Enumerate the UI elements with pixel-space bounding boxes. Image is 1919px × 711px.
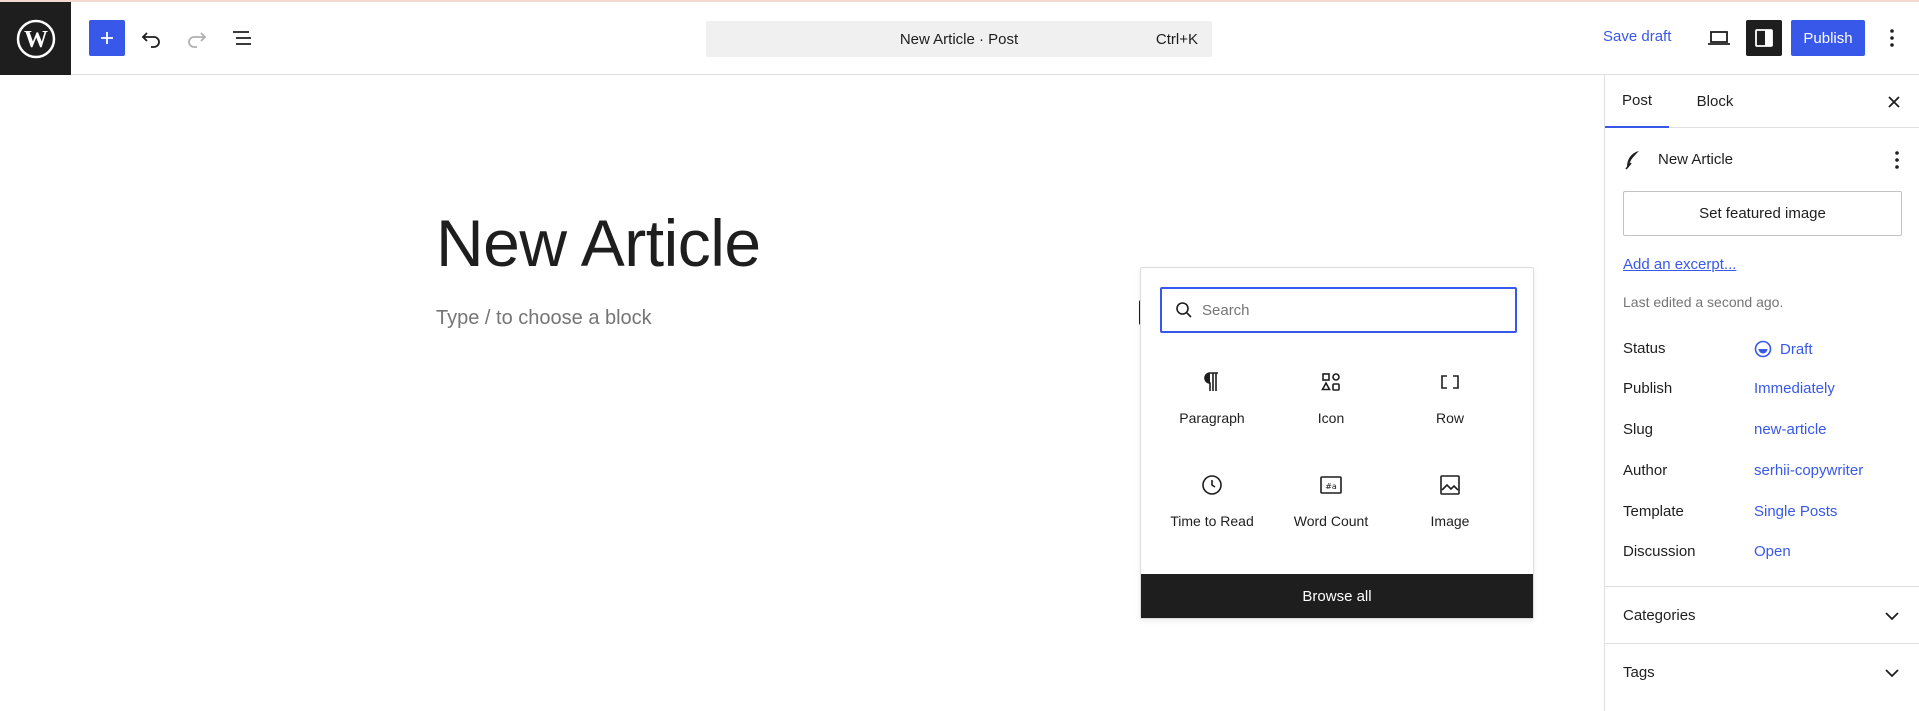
meta-row-status: Status Draft xyxy=(1623,340,1913,362)
image-icon xyxy=(1440,475,1460,495)
block-item-icon[interactable]: Icon xyxy=(1272,360,1390,452)
meta-label: Template xyxy=(1623,503,1684,520)
status-value-button[interactable]: Draft xyxy=(1754,340,1813,358)
more-vertical-icon xyxy=(1895,151,1899,169)
post-title[interactable]: New Article xyxy=(436,205,761,281)
browse-all-button[interactable]: Browse all xyxy=(1141,574,1533,618)
add-block-button[interactable] xyxy=(89,20,125,56)
block-search-input[interactable] xyxy=(1202,297,1502,323)
block-item-label: Icon xyxy=(1317,410,1345,426)
meta-label: Publish xyxy=(1623,380,1673,397)
word-count-icon: #a xyxy=(1320,476,1342,494)
block-placeholder[interactable]: Type / to choose a block xyxy=(436,307,652,330)
block-search-box[interactable] xyxy=(1160,287,1517,333)
section-label: Tags xyxy=(1623,663,1655,681)
settings-sidebar: Post Block New Article Set featured imag… xyxy=(1604,75,1919,711)
set-featured-image-button[interactable]: Set featured image xyxy=(1623,191,1902,236)
search-icon xyxy=(1176,302,1192,318)
wordpress-logo-button[interactable]: W xyxy=(0,2,71,75)
block-item-paragraph[interactable]: Paragraph xyxy=(1153,360,1271,452)
redo-icon xyxy=(188,32,207,48)
section-label: Categories xyxy=(1623,606,1696,624)
author-button[interactable]: serhii-copywriter xyxy=(1754,462,1863,479)
sidebar-post-title: New Article xyxy=(1658,151,1734,168)
sidebar-tabs: Post Block xyxy=(1605,75,1919,128)
meta-row-template: Template Single Posts xyxy=(1623,503,1913,525)
preview-button[interactable] xyxy=(1701,20,1737,56)
discussion-button[interactable]: Open xyxy=(1754,543,1791,560)
last-edited-text: Last edited a second ago. xyxy=(1623,294,1784,310)
meta-label: Status xyxy=(1623,340,1666,357)
post-actions-button[interactable] xyxy=(1885,148,1909,172)
block-item-label: Row xyxy=(1435,410,1464,426)
add-excerpt-link[interactable]: Add an excerpt... xyxy=(1623,256,1736,273)
meta-value: Draft xyxy=(1780,340,1813,358)
meta-label: Discussion xyxy=(1623,543,1696,560)
settings-toggle-button[interactable] xyxy=(1746,20,1782,56)
svg-text:W: W xyxy=(24,27,48,53)
command-palette-bar[interactable]: New Article · Post Ctrl+K xyxy=(706,21,1212,57)
categories-panel-toggle[interactable]: Categories xyxy=(1605,586,1919,643)
meta-label: Slug xyxy=(1623,421,1654,438)
block-item-label: Word Count xyxy=(1293,513,1369,529)
list-view-icon xyxy=(233,31,251,45)
meta-row-slug: Slug new-article xyxy=(1623,421,1913,443)
undo-button[interactable] xyxy=(134,20,170,56)
meta-row-author: Author serhii-copywriter xyxy=(1623,462,1913,484)
document-title: New Article · Post xyxy=(899,30,1019,48)
meta-label: Author xyxy=(1623,462,1668,479)
meta-row-discussion: Discussion Open xyxy=(1623,543,1913,565)
editor-header: W New Article · Post Ctrl+K Save draft P… xyxy=(0,2,1919,75)
document-overview-button[interactable] xyxy=(224,20,260,56)
chevron-down-icon xyxy=(1885,668,1899,677)
desktop-preview-icon xyxy=(1708,31,1730,45)
block-item-time-to-read[interactable]: Time to Read xyxy=(1153,463,1271,555)
block-item-label: Time to Read xyxy=(1170,513,1254,529)
more-vertical-icon xyxy=(1890,29,1894,47)
save-draft-button[interactable]: Save draft xyxy=(1603,28,1671,45)
wordpress-logo-icon: W xyxy=(16,19,55,58)
tab-block[interactable]: Block xyxy=(1685,75,1745,128)
options-button[interactable] xyxy=(1874,20,1910,56)
redo-button[interactable] xyxy=(178,20,214,56)
block-item-row[interactable]: Row xyxy=(1391,360,1509,452)
command-shortcut: Ctrl+K xyxy=(1155,30,1198,48)
shapes-icon xyxy=(1321,373,1340,391)
svg-text:#a: #a xyxy=(1325,482,1337,491)
block-item-word-count[interactable]: #a Word Count xyxy=(1272,463,1390,555)
tags-panel-toggle[interactable]: Tags xyxy=(1605,643,1919,700)
block-item-image[interactable]: Image xyxy=(1391,463,1509,555)
block-item-label: Paragraph xyxy=(1179,410,1245,426)
tab-post[interactable]: Post xyxy=(1605,75,1669,128)
sidebar-icon xyxy=(1755,29,1773,47)
quick-inserter-popover: Paragraph Icon Row Time to Read #a Word … xyxy=(1140,267,1534,619)
block-item-label: Image xyxy=(1430,513,1470,529)
clock-icon xyxy=(1202,475,1222,495)
publish-date-button[interactable]: Immediately xyxy=(1754,380,1835,397)
meta-row-publish: Publish Immediately xyxy=(1623,380,1913,402)
draft-status-icon xyxy=(1754,340,1772,358)
post-summary-header: New Article xyxy=(1623,148,1913,172)
publish-button[interactable]: Publish xyxy=(1791,20,1865,56)
paragraph-icon xyxy=(1204,372,1218,391)
chevron-down-icon xyxy=(1885,611,1899,620)
slug-button[interactable]: new-article xyxy=(1754,421,1827,438)
plus-icon xyxy=(101,32,113,44)
row-icon xyxy=(1441,375,1459,389)
close-icon xyxy=(1888,96,1900,108)
feather-icon xyxy=(1625,151,1639,170)
close-sidebar-button[interactable] xyxy=(1881,89,1907,115)
undo-icon xyxy=(141,32,160,48)
template-button[interactable]: Single Posts xyxy=(1754,503,1837,520)
